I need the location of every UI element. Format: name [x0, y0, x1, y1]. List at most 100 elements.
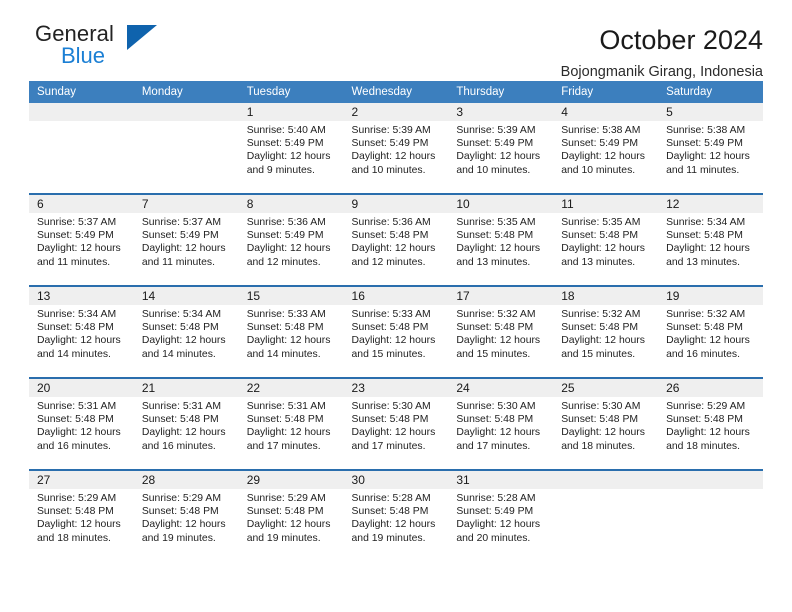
- calendar-day-cell[interactable]: 5 Sunrise: 5:38 AM Sunset: 5:49 PM Daylight…: [658, 103, 763, 194]
- day-sun-info: Sunrise: 5:37 AM Sunset: 5:49 PM Daylight:…: [134, 213, 239, 269]
- day-number: [658, 471, 763, 489]
- daylight-duration-line-2: and 13 minutes.: [666, 256, 740, 268]
- sunrise-time: Sunrise: 5:31 AM: [37, 401, 117, 412]
- logo-text-general: General: [35, 21, 114, 46]
- daylight-duration-line-1: Daylight: 12 hours: [246, 335, 331, 347]
- day-cell-inner: [29, 103, 134, 191]
- day-number: 16: [343, 287, 449, 305]
- weekday-header-sunday: Sunday: [29, 81, 134, 103]
- calendar-day-cell[interactable]: 28 Sunrise: 5:29 AM Sunset: 5:48 PM Dayligh…: [133, 469, 239, 561]
- calendar-day-cell[interactable]: 8 Sunrise: 5:36 AM Sunset: 5:49 PM Daylight…: [238, 193, 344, 286]
- sunrise-time: Sunrise: 5:30 AM: [456, 401, 536, 412]
- calendar-day-cell[interactable]: 22 Sunrise: 5:31 AM Sunset: 5:48 PM Dayligh…: [238, 377, 344, 470]
- calendar-day-cell[interactable]: 7 Sunrise: 5:37 AM Sunset: 5:49 PM Daylight…: [133, 193, 239, 286]
- sunrise-time: Sunrise: 5:32 AM: [456, 309, 536, 320]
- calendar-day-cell[interactable]: 20 Sunrise: 5:31 AM Sunset: 5:48 PM Dayligh…: [29, 377, 134, 470]
- daylight-duration-line-2: and 18 minutes.: [561, 440, 636, 452]
- day-number: 30: [343, 471, 449, 489]
- daylight-duration-line-2: and 19 minutes.: [351, 532, 426, 544]
- day-sun-info: Sunrise: 5:35 AM Sunset: 5:48 PM Daylight:…: [448, 213, 553, 269]
- calendar-day-cell[interactable]: 30 Sunrise: 5:28 AM Sunset: 5:48 PM Dayligh…: [343, 469, 449, 561]
- daylight-duration-line-2: and 12 minutes.: [351, 256, 426, 268]
- calendar-day-cell[interactable]: 13 Sunrise: 5:34 AM Sunset: 5:48 PM Dayligh…: [29, 285, 134, 378]
- calendar-day-cell[interactable]: 24 Sunrise: 5:30 AM Sunset: 5:48 PM Dayligh…: [448, 377, 554, 470]
- sunrise-time: Sunrise: 5:29 AM: [666, 401, 746, 412]
- day-sun-info: Sunrise: 5:33 AM Sunset: 5:48 PM Daylight:…: [344, 305, 449, 361]
- daylight-duration-line-2: and 16 minutes.: [666, 348, 740, 360]
- sunset-time: Sunset: 5:48 PM: [351, 506, 429, 518]
- day-number: 7: [133, 195, 239, 213]
- sunset-time: Sunset: 5:49 PM: [246, 138, 324, 150]
- day-cell-inner: 18 Sunrise: 5:32 AM Sunset: 5:48 PM Dayligh…: [553, 287, 659, 375]
- sunrise-time: Sunrise: 5:32 AM: [561, 309, 641, 320]
- daylight-duration-line-2: and 11 minutes.: [141, 256, 216, 268]
- sunrise-time: Sunrise: 5:34 AM: [141, 309, 221, 320]
- sunset-time: Sunset: 5:48 PM: [246, 506, 324, 518]
- calendar-day-cell[interactable]: 3 Sunrise: 5:39 AM Sunset: 5:49 PM Daylight…: [448, 103, 554, 194]
- sunset-time: Sunset: 5:48 PM: [141, 322, 219, 334]
- calendar-day-cell[interactable]: 23 Sunrise: 5:30 AM Sunset: 5:48 PM Dayligh…: [343, 377, 449, 470]
- day-sun-info: Sunrise: 5:30 AM Sunset: 5:48 PM Daylight:…: [344, 397, 449, 453]
- sunset-time: Sunset: 5:49 PM: [666, 138, 743, 150]
- calendar-day-cell[interactable]: 29 Sunrise: 5:29 AM Sunset: 5:48 PM Dayligh…: [238, 469, 344, 561]
- calendar-day-cell[interactable]: 19 Sunrise: 5:32 AM Sunset: 5:48 PM Dayligh…: [658, 285, 763, 378]
- day-number: 19: [658, 287, 763, 305]
- daylight-duration-line-2: and 19 minutes.: [141, 532, 216, 544]
- day-number: 3: [448, 103, 554, 121]
- day-sun-info: Sunrise: 5:34 AM Sunset: 5:48 PM Daylight:…: [29, 305, 134, 361]
- sunset-time: Sunset: 5:48 PM: [561, 322, 639, 334]
- day-cell-inner: 26 Sunrise: 5:29 AM Sunset: 5:48 PM Dayligh…: [658, 379, 763, 467]
- sunset-time: Sunset: 5:48 PM: [666, 414, 743, 426]
- day-number: 2: [343, 103, 449, 121]
- day-number: [133, 103, 239, 121]
- day-number: 15: [238, 287, 344, 305]
- day-cell-inner: 16 Sunrise: 5:33 AM Sunset: 5:48 PM Dayligh…: [343, 287, 449, 375]
- daylight-duration-line-2: and 14 minutes.: [37, 348, 111, 360]
- day-cell-inner: [658, 471, 763, 559]
- daylight-duration-line-2: and 10 minutes.: [351, 164, 426, 176]
- day-cell-inner: 13 Sunrise: 5:34 AM Sunset: 5:48 PM Dayligh…: [29, 287, 134, 375]
- calendar-day-cell[interactable]: 26 Sunrise: 5:29 AM Sunset: 5:48 PM Dayligh…: [658, 377, 763, 470]
- calendar-day-cell[interactable]: 4 Sunrise: 5:38 AM Sunset: 5:49 PM Daylight…: [553, 103, 659, 194]
- calendar-day-cell[interactable]: 15 Sunrise: 5:33 AM Sunset: 5:48 PM Dayligh…: [238, 285, 344, 378]
- logo-triangle-icon: [127, 25, 157, 50]
- calendar-day-cell[interactable]: 14 Sunrise: 5:34 AM Sunset: 5:48 PM Dayligh…: [133, 285, 239, 378]
- daylight-duration-line-2: and 10 minutes.: [561, 164, 636, 176]
- day-sun-info: Sunrise: 5:32 AM Sunset: 5:48 PM Daylight:…: [553, 305, 658, 361]
- calendar-day-cell[interactable]: 1 Sunrise: 5:40 AM Sunset: 5:49 PM Daylight…: [238, 103, 344, 194]
- sunrise-time: Sunrise: 5:38 AM: [561, 125, 641, 136]
- day-number: 1: [238, 103, 344, 121]
- sunset-time: Sunset: 5:48 PM: [37, 506, 114, 518]
- sunrise-sunset-calendar: Sunday Monday Tuesday Wednesday Thursday…: [29, 81, 763, 561]
- calendar-day-cell[interactable]: 25 Sunrise: 5:30 AM Sunset: 5:48 PM Dayligh…: [553, 377, 659, 470]
- calendar-day-cell[interactable]: 18 Sunrise: 5:32 AM Sunset: 5:48 PM Dayligh…: [553, 285, 659, 378]
- sunrise-time: Sunrise: 5:39 AM: [456, 125, 536, 136]
- day-cell-inner: 6 Sunrise: 5:37 AM Sunset: 5:49 PM Daylight…: [29, 195, 134, 283]
- title-block: October 2024 Bojongmanik Girang, Indones…: [561, 22, 763, 82]
- day-cell-inner: 24 Sunrise: 5:30 AM Sunset: 5:48 PM Dayligh…: [448, 379, 554, 467]
- calendar-day-cell[interactable]: 31 Sunrise: 5:28 AM Sunset: 5:49 PM Dayligh…: [448, 469, 554, 561]
- sunrise-time: Sunrise: 5:34 AM: [666, 217, 746, 228]
- day-cell-inner: 21 Sunrise: 5:31 AM Sunset: 5:48 PM Dayligh…: [133, 379, 239, 467]
- calendar-day-cell[interactable]: 9 Sunrise: 5:36 AM Sunset: 5:48 PM Daylight…: [343, 193, 449, 286]
- calendar-day-cell[interactable]: 11 Sunrise: 5:35 AM Sunset: 5:48 PM Dayligh…: [553, 193, 659, 286]
- sunset-time: Sunset: 5:49 PM: [561, 138, 639, 150]
- sunset-time: Sunset: 5:48 PM: [351, 322, 429, 334]
- calendar-day-cell[interactable]: 10 Sunrise: 5:35 AM Sunset: 5:48 PM Dayligh…: [448, 193, 554, 286]
- calendar-day-cell[interactable]: 6 Sunrise: 5:37 AM Sunset: 5:49 PM Daylight…: [29, 193, 134, 286]
- calendar-day-cell[interactable]: 12 Sunrise: 5:34 AM Sunset: 5:48 PM Dayligh…: [658, 193, 763, 286]
- calendar-day-cell[interactable]: 27 Sunrise: 5:29 AM Sunset: 5:48 PM Dayligh…: [29, 469, 134, 561]
- daylight-duration-line-1: Daylight: 12 hours: [456, 427, 541, 439]
- day-cell-inner: [553, 471, 659, 559]
- calendar-page: General Blue October 2024 Bojongmanik Gi…: [0, 0, 792, 612]
- calendar-day-cell[interactable]: 17 Sunrise: 5:32 AM Sunset: 5:48 PM Dayligh…: [448, 285, 554, 378]
- daylight-duration-line-1: Daylight: 12 hours: [456, 243, 541, 255]
- calendar-day-cell[interactable]: 16 Sunrise: 5:33 AM Sunset: 5:48 PM Dayligh…: [343, 285, 449, 378]
- calendar-day-cell-empty: [658, 469, 763, 561]
- weekday-header-wednesday: Wednesday: [343, 81, 449, 103]
- day-cell-inner: [133, 103, 239, 191]
- weekday-header-thursday: Thursday: [448, 81, 554, 103]
- daylight-duration-line-2: and 9 minutes.: [246, 164, 315, 176]
- calendar-day-cell[interactable]: 21 Sunrise: 5:31 AM Sunset: 5:48 PM Dayligh…: [133, 377, 239, 470]
- calendar-day-cell[interactable]: 2 Sunrise: 5:39 AM Sunset: 5:49 PM Daylight…: [343, 103, 449, 194]
